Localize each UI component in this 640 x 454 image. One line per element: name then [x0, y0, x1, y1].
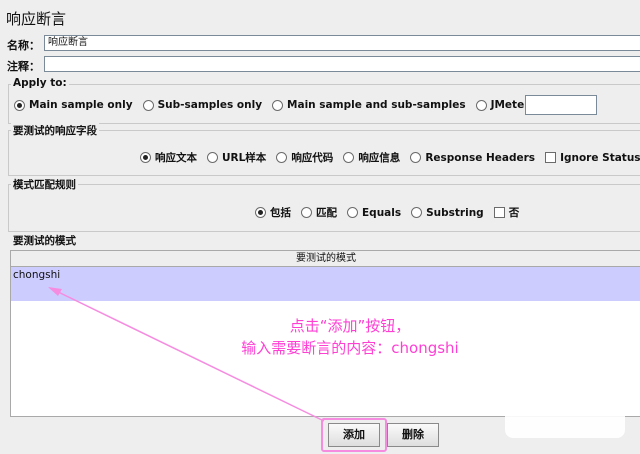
annotation-line-2: 输入需要断言的内容：chongshi [241, 339, 459, 357]
delete-button[interactable]: 删除 [387, 423, 439, 447]
annotation-arrow [48, 287, 325, 422]
add-button[interactable]: 添加 [328, 423, 380, 447]
annotation-text: 点击“添加”按钮， 输入需要断言的内容：chongshi [205, 315, 495, 359]
whiteout-patch [505, 408, 625, 438]
arrow-head-icon [48, 287, 62, 296]
annotation-line-1: 点击“添加”按钮， [289, 317, 411, 335]
